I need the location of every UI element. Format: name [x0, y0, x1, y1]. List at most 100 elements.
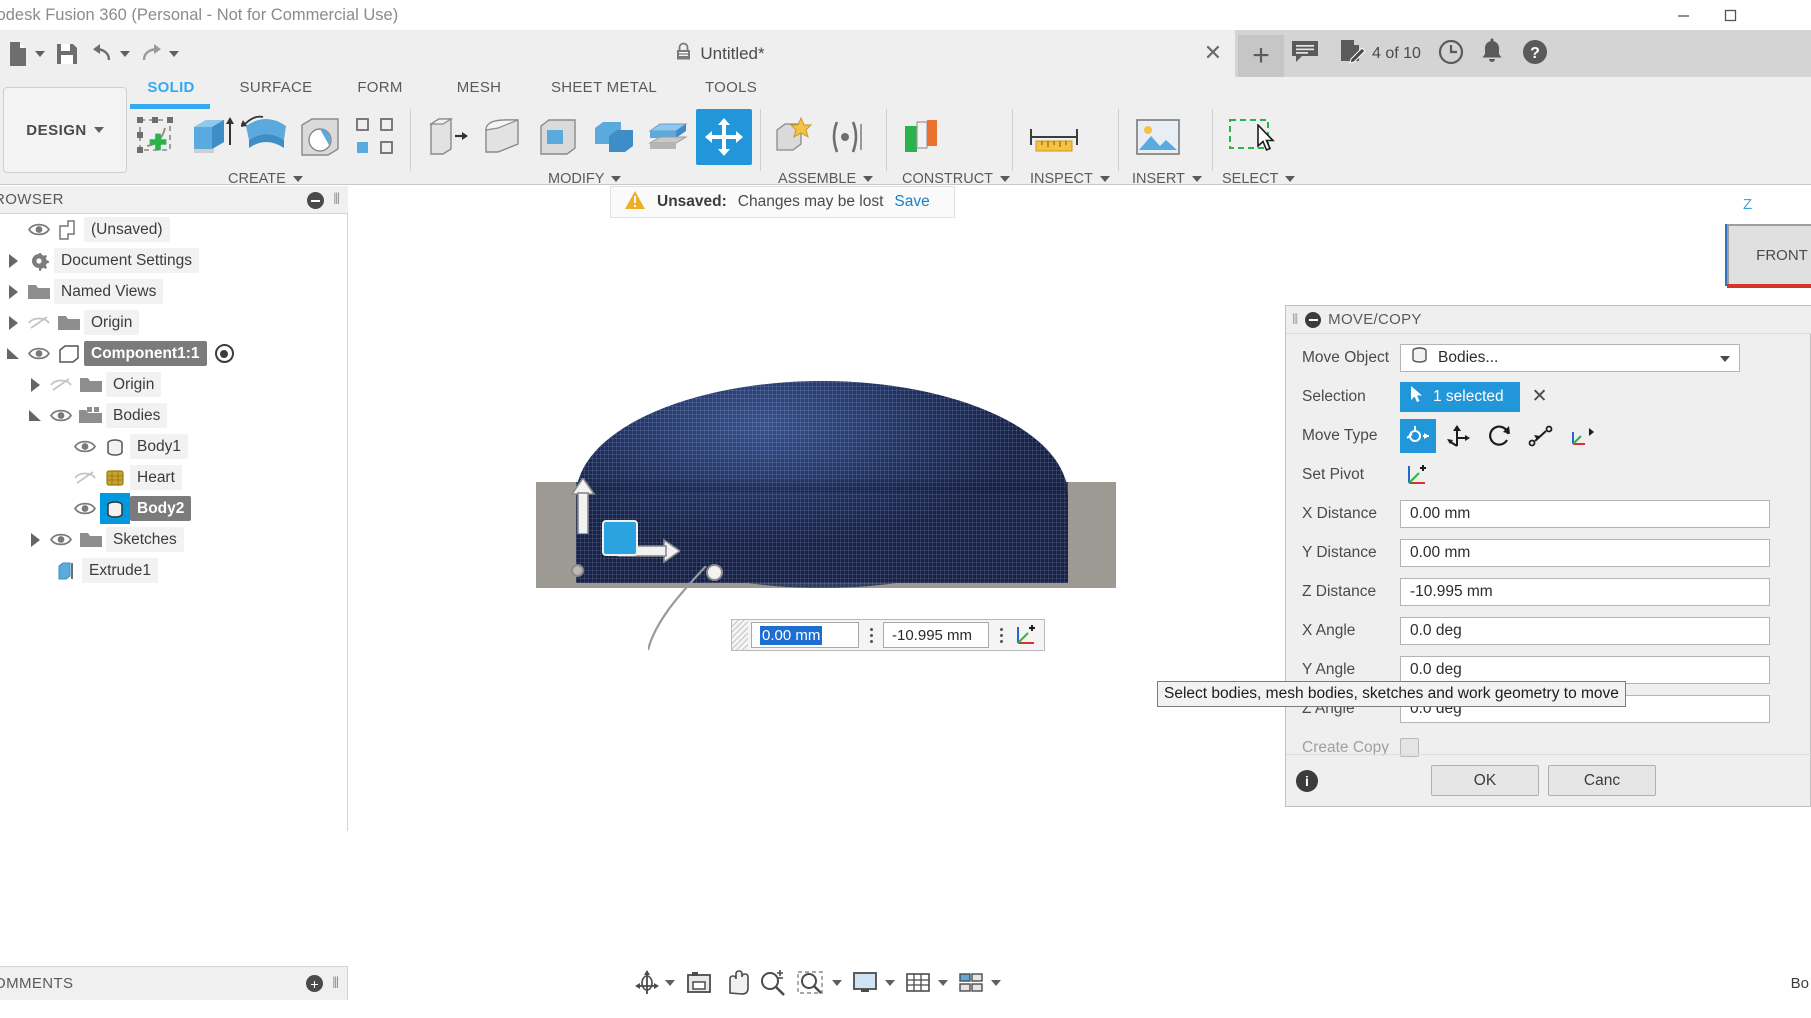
x-angle-input[interactable]: 0.0 deg [1400, 617, 1770, 645]
window-minimize-button[interactable] [1660, 0, 1706, 30]
look-at-button[interactable] [681, 967, 717, 999]
move-up-arrow-icon[interactable] [570, 478, 596, 534]
joint-button[interactable] [822, 109, 878, 165]
panel-grip-icon[interactable]: ⦀ [333, 192, 340, 208]
group-label-insert[interactable]: INSERT [1132, 171, 1202, 187]
orbit-button[interactable] [630, 967, 679, 999]
axis-endpoint-handle[interactable] [571, 564, 584, 577]
x-distance-input[interactable]: 0.00 mm [1400, 500, 1770, 528]
new-component-button[interactable] [766, 109, 822, 165]
move-copy-button[interactable] [696, 109, 752, 165]
tree-item-named-views[interactable]: Named Views [0, 276, 348, 307]
new-tab-button[interactable]: + [1238, 35, 1284, 77]
group-label-create[interactable]: CREATE [228, 171, 303, 187]
extrude-button[interactable] [184, 109, 240, 165]
tab-solid[interactable]: SOLID [140, 79, 202, 96]
visibility-toggle-icon[interactable] [70, 462, 100, 493]
comment-button[interactable] [1290, 39, 1320, 69]
window-maximize-button[interactable] [1707, 0, 1753, 30]
hud-options-icon[interactable] [992, 622, 1010, 648]
group-label-modify[interactable]: MODIFY [548, 171, 621, 187]
tab-tools[interactable]: TOOLS [688, 79, 774, 96]
fillet-button[interactable] [474, 109, 530, 165]
move-object-dropdown[interactable]: Bodies... [1400, 344, 1740, 372]
comments-panel-bar[interactable]: OMMENTS + ⦀ [0, 966, 348, 1000]
new-document-button[interactable] [0, 30, 49, 77]
workspace-switcher[interactable]: DESIGN [3, 87, 127, 173]
press-pull-button[interactable] [418, 109, 474, 165]
selection-chip[interactable]: 1 selected [1400, 382, 1520, 412]
visibility-toggle-icon[interactable] [24, 214, 54, 245]
expand-icon[interactable]: + [306, 975, 323, 992]
undo-button[interactable] [85, 30, 134, 77]
create-sketch-button[interactable] [128, 109, 184, 165]
visibility-toggle-icon[interactable] [24, 307, 54, 338]
tab-form[interactable]: FORM [344, 79, 416, 96]
save-button[interactable] [49, 30, 85, 77]
rectangular-pattern-button[interactable] [348, 109, 404, 165]
activate-component-radio[interactable] [215, 344, 234, 363]
notifications-button[interactable] [1479, 39, 1505, 69]
document-tab[interactable]: Untitled* ✕ [205, 30, 1235, 77]
grid-snaps-button[interactable] [901, 967, 952, 999]
tree-item-sketches[interactable]: Sketches [0, 524, 348, 555]
insert-image-button[interactable] [1130, 109, 1186, 165]
sweep-button[interactable] [292, 109, 348, 165]
clear-selection-button[interactable]: ✕ [1532, 385, 1548, 408]
y-angle-input[interactable]: 0.0 deg [1400, 656, 1770, 684]
tree-item-extrude1[interactable]: Extrude1 [0, 555, 348, 586]
collapse-icon[interactable] [307, 192, 324, 209]
translate-icon[interactable] [1441, 419, 1477, 453]
z-distance-input[interactable]: -10.995 mm [1400, 578, 1770, 606]
window-close-button[interactable] [1755, 0, 1801, 30]
tree-item-component1[interactable]: Component1:1 [0, 338, 348, 369]
point-to-position-icon[interactable] [1564, 419, 1600, 453]
visibility-toggle-icon[interactable] [24, 338, 54, 369]
tree-item-body1[interactable]: Body1 [0, 431, 348, 462]
collapse-icon[interactable] [1305, 312, 1321, 328]
expand-arrow-icon[interactable] [2, 276, 24, 307]
redo-button[interactable] [134, 30, 183, 77]
info-icon[interactable]: i [1296, 770, 1318, 792]
fit-button[interactable] [793, 967, 846, 999]
measure-button[interactable] [1026, 109, 1082, 165]
group-label-construct[interactable]: CONSTRUCT [902, 171, 1010, 187]
cancel-button[interactable]: Canc [1548, 765, 1656, 796]
shell-button[interactable] [530, 109, 586, 165]
move-copy-dialog[interactable]: ⦀ MOVE/COPY Move Object Bodies... Select… [1285, 305, 1811, 807]
collapse-arrow-icon[interactable] [2, 338, 24, 369]
tree-item-origin-nested[interactable]: Origin [0, 369, 348, 400]
dialog-grip-icon[interactable]: ⦀ [1292, 311, 1298, 328]
set-pivot-icon[interactable] [1010, 622, 1044, 648]
tree-item-body2[interactable]: Body2 [0, 493, 348, 524]
expand-arrow-icon[interactable] [2, 307, 24, 338]
tree-item-document-settings[interactable]: Document Settings [0, 245, 348, 276]
revolve-button[interactable] [238, 109, 294, 165]
ok-button[interactable]: OK [1431, 765, 1539, 796]
hud-z-distance-input[interactable]: -10.995 mm [883, 622, 989, 648]
visibility-toggle-icon[interactable] [46, 400, 76, 431]
visibility-toggle-icon[interactable] [70, 493, 100, 524]
point-to-point-icon[interactable] [1523, 419, 1559, 453]
hud-grip-icon[interactable] [732, 620, 748, 650]
offset-plane-button[interactable] [894, 109, 950, 165]
tab-sheet-metal[interactable]: SHEET METAL [530, 79, 678, 96]
zoom-button[interactable] [755, 967, 791, 999]
display-settings-button[interactable] [848, 967, 899, 999]
tree-item-heart[interactable]: Heart [0, 462, 348, 493]
visibility-toggle-icon[interactable] [70, 431, 100, 462]
tab-mesh[interactable]: MESH [440, 79, 518, 96]
document-tab-close-button[interactable]: ✕ [1201, 42, 1225, 64]
tree-item-bodies[interactable]: Bodies [0, 400, 348, 431]
set-pivot-icon[interactable] [1400, 458, 1436, 492]
help-button[interactable]: ? [1521, 39, 1549, 69]
expand-arrow-icon[interactable] [2, 245, 24, 276]
rotate-icon[interactable] [1482, 419, 1518, 453]
free-move-icon[interactable] [1400, 419, 1436, 453]
split-body-button[interactable] [640, 109, 696, 165]
visibility-toggle-icon[interactable] [46, 369, 76, 400]
expand-arrow-icon[interactable] [24, 524, 46, 555]
hud-x-distance-input[interactable]: 0.00 mm [751, 622, 859, 648]
combine-button[interactable] [586, 109, 642, 165]
group-label-inspect[interactable]: INSPECT [1030, 171, 1110, 187]
